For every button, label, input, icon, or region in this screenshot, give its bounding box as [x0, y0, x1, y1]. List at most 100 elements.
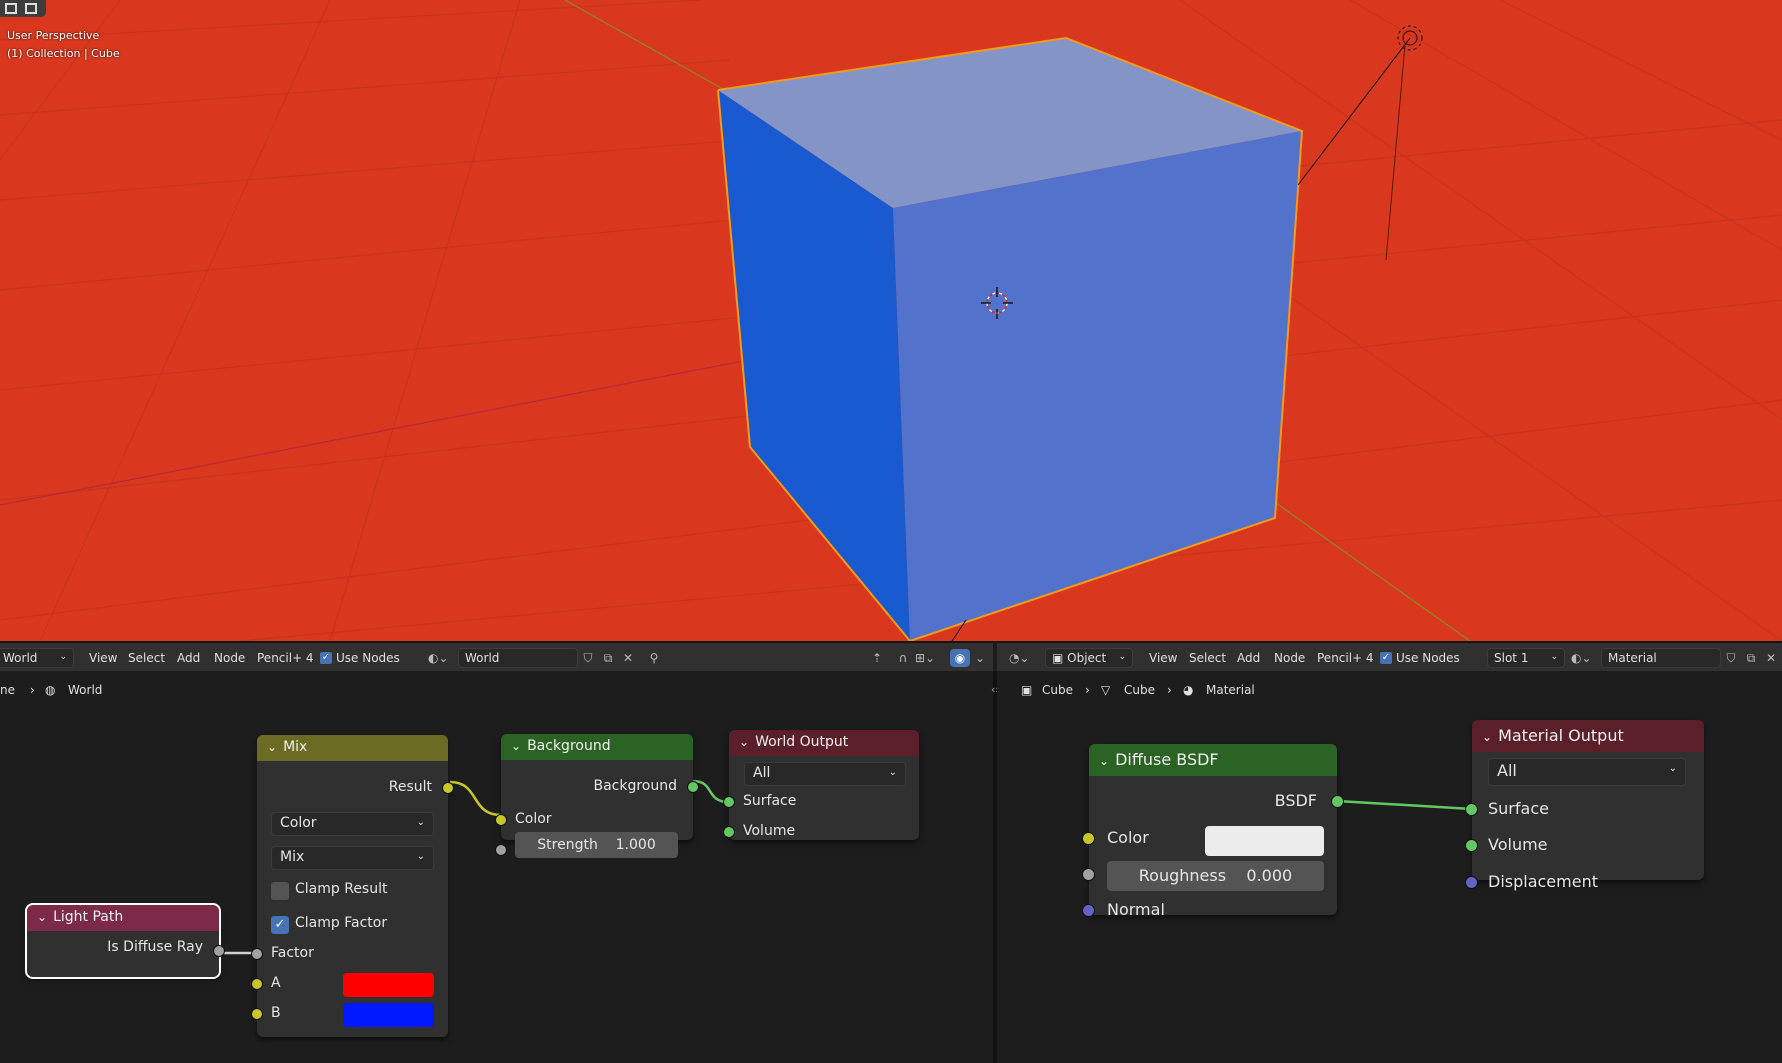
world-browse-icon[interactable]: ◐⌄: [428, 649, 449, 667]
light-object[interactable]: [1297, 25, 1423, 261]
material-output-node-header[interactable]: ⌄ Material Output: [1472, 720, 1704, 752]
color-swatch[interactable]: [1205, 826, 1324, 856]
target-select[interactable]: All ⌄: [1488, 758, 1686, 786]
normal-input-socket[interactable]: [1082, 904, 1095, 917]
menu-node[interactable]: Node: [1274, 651, 1305, 665]
menu-select[interactable]: Select: [128, 651, 165, 665]
result-socket[interactable]: [442, 782, 454, 794]
strength-input-socket[interactable]: [495, 844, 507, 856]
collapse-chevron-icon[interactable]: ⌄: [37, 910, 47, 924]
use-nodes-checkbox[interactable]: ✓: [320, 652, 332, 664]
roughness-input-socket[interactable]: [1082, 868, 1095, 881]
3d-viewport[interactable]: User Perspective (1) Collection | Cube: [0, 0, 1782, 641]
clamp-factor-checkbox[interactable]: ✓: [271, 916, 289, 934]
b-color-swatch[interactable]: [343, 1003, 434, 1027]
color-input-socket[interactable]: [495, 814, 507, 826]
material-browse-icon[interactable]: ◐⌄: [1571, 649, 1592, 667]
use-nodes-checkbox[interactable]: ✓: [1380, 652, 1392, 664]
mix-node[interactable]: ⌄ Mix Result Color ⌄ Mix ⌄ Clamp Result ✓ C…: [251, 735, 454, 1037]
unlink-x-icon[interactable]: ✕: [618, 649, 638, 667]
background-node[interactable]: ⌄ Background Background Color Strength 1.…: [495, 734, 699, 858]
strength-field[interactable]: Strength 1.000: [515, 832, 678, 858]
collapse-chevron-icon[interactable]: ⌄: [267, 740, 277, 754]
fake-user-shield-icon[interactable]: ⛉: [1721, 649, 1741, 667]
menu-add[interactable]: Add: [177, 651, 200, 665]
diffuse-bsdf-node[interactable]: ⌄ Diffuse BSDF BSDF Color Roughness 0.000…: [1082, 744, 1344, 919]
chevron-down-icon[interactable]: ⌄: [970, 649, 990, 667]
overlay-icon[interactable]: ◉: [950, 649, 970, 667]
displacement-label: Displacement: [1488, 872, 1598, 891]
world-output-node-header[interactable]: ⌄ World Output: [729, 730, 919, 756]
surface-socket[interactable]: [1465, 803, 1478, 816]
mix-node-header[interactable]: ⌄ Mix: [257, 735, 448, 761]
world-output-node[interactable]: ⌄ World Output All ⌄ Surface Volume: [723, 730, 919, 840]
surface-label: Surface: [743, 793, 797, 809]
material-crumb[interactable]: Material: [1206, 683, 1255, 697]
viewport-mode-icon[interactable]: [0, 0, 46, 17]
menu-view[interactable]: View: [89, 651, 117, 665]
scene-crumb[interactable]: ne: [0, 683, 15, 697]
material-name-field[interactable]: Material: [1601, 648, 1721, 668]
menu-pencil[interactable]: Pencil+ 4: [257, 651, 314, 665]
duplicate-icon[interactable]: ⧉: [598, 649, 618, 667]
roughness-field[interactable]: Roughness 0.000: [1107, 861, 1324, 891]
collapse-chevron-icon[interactable]: ⌄: [739, 735, 749, 749]
object-crumb[interactable]: Cube: [1042, 683, 1073, 697]
is-diffuse-ray-socket[interactable]: [213, 945, 225, 957]
cube[interactable]: [717, 36, 1304, 641]
b-socket[interactable]: [251, 1008, 263, 1020]
viewport-scene[interactable]: [0, 0, 1782, 641]
factor-label: Factor: [271, 945, 314, 961]
background-output-socket[interactable]: [687, 781, 699, 793]
menu-view[interactable]: View: [1149, 651, 1177, 665]
material-output-node[interactable]: ⌄ Material Output All ⌄ Surface Volume Dis…: [1465, 720, 1704, 891]
color-input-socket[interactable]: [1082, 832, 1095, 845]
material-node-editor[interactable]: ⌄ Diffuse BSDF BSDF Color Roughness 0.000…: [997, 671, 1782, 1063]
bsdf-output-socket[interactable]: [1331, 795, 1344, 808]
collapse-chevron-icon[interactable]: ⌄: [1099, 754, 1109, 768]
light-path-node[interactable]: ⌄ Light Path Is Diffuse Ray: [25, 903, 225, 979]
diffuse-bsdf-node-header[interactable]: ⌄ Diffuse BSDF: [1089, 744, 1337, 776]
mesh-crumb[interactable]: Cube: [1124, 683, 1155, 697]
pin-icon[interactable]: ⚲: [644, 649, 664, 667]
data-type-select[interactable]: Color ⌄: [271, 812, 434, 836]
editor-type-dropdown[interactable]: World ⌄: [0, 648, 74, 668]
duplicate-icon[interactable]: ⧉: [1741, 649, 1761, 667]
collapse-chevron-icon[interactable]: ⌄: [511, 739, 521, 753]
target-value: All: [753, 765, 771, 781]
strength-label: Strength: [537, 837, 598, 853]
volume-socket[interactable]: [723, 826, 735, 838]
parent-node-tree-icon[interactable]: ⇡: [867, 649, 887, 667]
surface-socket[interactable]: [723, 796, 735, 808]
factor-socket[interactable]: [251, 948, 263, 960]
unlink-x-icon[interactable]: ✕: [1761, 649, 1781, 667]
snap-icon[interactable]: ∩: [893, 649, 913, 667]
b-label: B: [271, 1005, 281, 1021]
a-color-swatch[interactable]: [343, 973, 434, 997]
color-input-label: Color: [515, 811, 552, 827]
object-mode-dropdown[interactable]: ▣ Object ⌄: [1045, 648, 1133, 668]
slot-dropdown[interactable]: Slot 1 ⌄: [1487, 648, 1565, 668]
perspective-label: User Perspective: [7, 29, 100, 42]
fake-user-shield-icon[interactable]: ⛉: [578, 649, 598, 667]
menu-select[interactable]: Select: [1189, 651, 1226, 665]
snap-target-icon[interactable]: ⊞⌄: [915, 649, 935, 667]
chevron-right-icon: ›: [1085, 683, 1090, 697]
menu-node[interactable]: Node: [214, 651, 245, 665]
blend-mode-select[interactable]: Mix ⌄: [271, 846, 434, 870]
chevron-down-icon: ⌄: [1118, 652, 1126, 662]
world-node-editor[interactable]: ⌄ Light Path Is Diffuse Ray ⌄ Mix Result C…: [0, 671, 993, 1063]
target-select[interactable]: All ⌄: [744, 762, 906, 786]
menu-pencil[interactable]: Pencil+ 4: [1317, 651, 1374, 665]
clamp-result-checkbox[interactable]: [271, 882, 289, 900]
world-name-field[interactable]: World: [458, 648, 578, 668]
collapse-chevron-icon[interactable]: ⌄: [1482, 730, 1492, 744]
background-node-header[interactable]: ⌄ Background: [501, 734, 693, 760]
world-crumb[interactable]: World: [68, 683, 102, 697]
editor-type-icon[interactable]: ◔⌄: [1009, 649, 1030, 667]
light-path-node-header[interactable]: ⌄ Light Path: [27, 905, 219, 931]
displacement-socket[interactable]: [1465, 876, 1478, 889]
volume-socket[interactable]: [1465, 839, 1478, 852]
a-socket[interactable]: [251, 978, 263, 990]
menu-add[interactable]: Add: [1237, 651, 1260, 665]
